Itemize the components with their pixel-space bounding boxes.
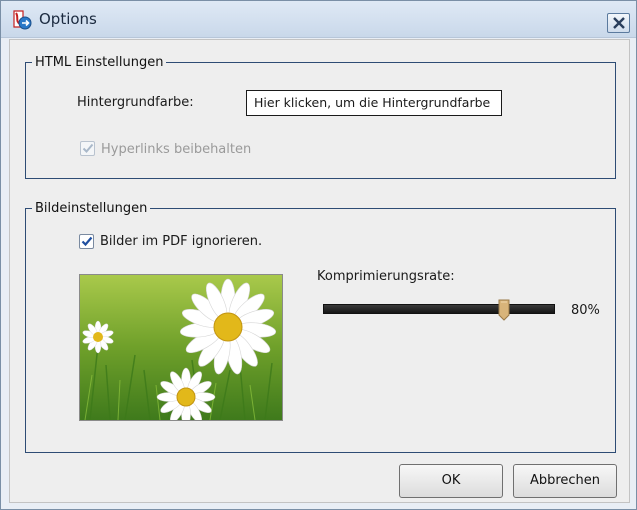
- pdf-converter-icon: [11, 9, 33, 31]
- compression-value: 80%: [571, 303, 600, 318]
- check-icon: [81, 236, 93, 247]
- compression-label: Komprimierungsrate:: [317, 269, 455, 284]
- cancel-button[interactable]: Abbrechen: [513, 464, 617, 498]
- window-title: Options: [39, 10, 97, 28]
- ok-button[interactable]: OK: [399, 464, 503, 498]
- daisy-preview-image: [79, 274, 283, 421]
- check-icon: [82, 143, 94, 153]
- compression-slider[interactable]: [323, 304, 555, 314]
- ignore-images-label: Bilder im PDF ignorieren.: [100, 234, 263, 249]
- ignore-images-checkbox[interactable]: [79, 234, 94, 249]
- html-settings-group: HTML Einstellungen: [25, 55, 616, 179]
- title-bar: Options: [1, 1, 636, 38]
- options-dialog: Options HTML Einstellungen Hintergrundfa…: [0, 0, 637, 510]
- background-color-label: Hintergrundfarbe:: [77, 95, 194, 110]
- background-color-field[interactable]: Hier klicken, um die Hintergrundfarbe: [246, 90, 502, 116]
- html-settings-legend: HTML Einstellungen: [35, 55, 164, 70]
- hyperlinks-label: Hyperlinks beibehalten: [101, 142, 252, 157]
- close-icon: [613, 17, 625, 29]
- close-button[interactable]: [607, 13, 630, 33]
- compression-slider-thumb[interactable]: [498, 299, 510, 321]
- image-settings-legend: Bildeinstellungen: [35, 201, 148, 216]
- hyperlinks-checkbox[interactable]: [80, 141, 95, 156]
